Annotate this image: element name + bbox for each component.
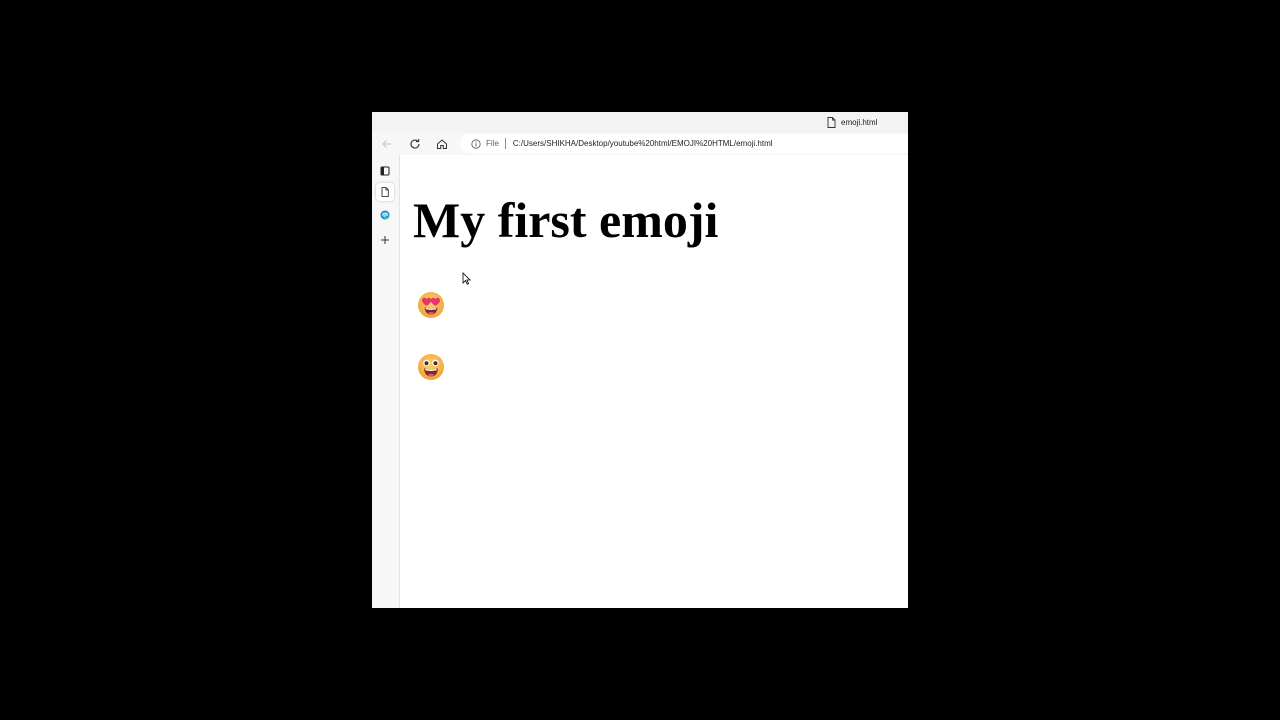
page-icon [381,187,389,197]
mouse-cursor-icon [462,272,471,285]
browser-window: emoji.html File C:/Users/SHIKHA/Desktop/… [372,112,908,608]
tab-actions-button[interactable] [376,162,394,180]
tab-strip: emoji.html [372,112,908,133]
address-bar[interactable]: File C:/Users/SHIKHA/Desktop/youtube%20h… [460,134,908,153]
home-icon [437,139,447,149]
plus-icon [381,236,389,244]
heart-eyes-emoji [417,291,445,319]
back-button[interactable] [380,137,394,151]
vertical-sidebar [372,155,400,608]
address-url[interactable]: C:/Users/SHIKHA/Desktop/youtube%20html/E… [513,139,773,148]
tab-title: emoji.html [841,118,878,127]
heart-eyes-emoji-icon [418,292,444,318]
tab-emoji-html[interactable]: emoji.html [827,115,877,130]
sidebar-tab-edge[interactable] [376,206,394,224]
file-icon [827,117,836,128]
new-tab-button[interactable] [376,231,394,249]
home-button[interactable] [435,137,449,151]
sidebar-tab-emoji[interactable] [376,183,394,201]
toolbar: File C:/Users/SHIKHA/Desktop/youtube%20h… [372,133,908,155]
refresh-icon [410,139,420,149]
page-content: My first emoji [400,155,908,608]
refresh-button[interactable] [408,137,422,151]
back-arrow-icon [382,140,391,148]
tab-actions-icon [380,166,390,176]
edge-logo-icon [380,210,390,220]
address-divider [504,138,506,149]
address-scheme: File [486,139,499,148]
grinning-face-emoji-icon [418,354,444,380]
info-icon[interactable] [471,138,481,149]
grinning-face-emoji [417,353,445,381]
page-heading: My first emoji [413,192,719,248]
